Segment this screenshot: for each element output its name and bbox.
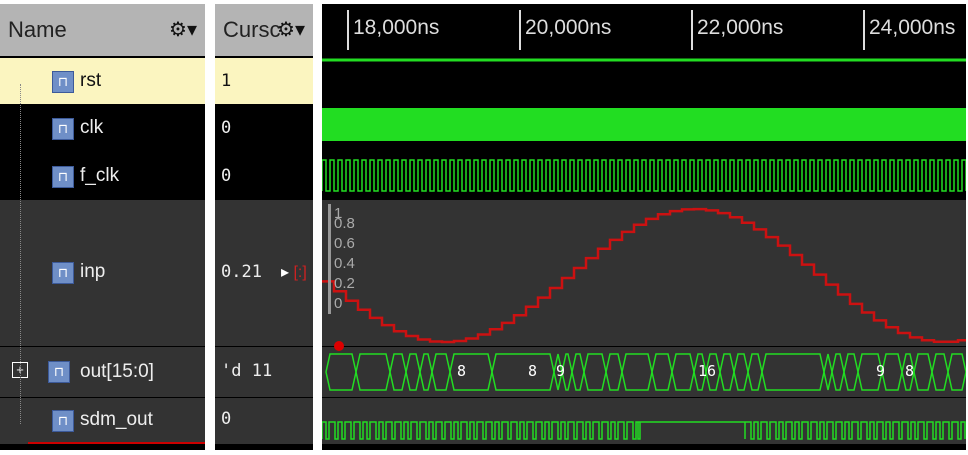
bus-segment — [571, 353, 585, 391]
inp-wave — [322, 207, 966, 344]
signal-row-inp[interactable]: ⊓ inp — [0, 200, 205, 346]
tree-line — [20, 84, 21, 424]
bus-value-label: 8 — [528, 362, 538, 380]
signal-icon: ⊓ — [52, 71, 74, 93]
signal-row-clk[interactable]: ⊓ clk — [0, 105, 205, 152]
signal-icon: ⊓ — [52, 118, 74, 140]
name-column-label: Name — [8, 17, 67, 42]
value-column-label: Cursc — [223, 17, 281, 42]
bus-value-label: 9 — [876, 362, 886, 380]
gear-icon[interactable]: ⚙▾ — [169, 4, 197, 56]
axis-label: 1 — [334, 205, 343, 222]
analog-axis: 1 0.8 0.6 0.4 0.2 0 — [328, 204, 355, 314]
bus-segment — [823, 353, 833, 391]
bus-segment — [621, 353, 653, 391]
bus-segment — [355, 353, 391, 391]
sdm_out-wave — [322, 421, 966, 440]
bus-icon: ⊓ — [48, 361, 70, 383]
bus-value-label: 16 — [698, 362, 717, 380]
bus-segment — [491, 353, 555, 391]
analog-settings-icon[interactable]: ▸ [:] — [281, 262, 307, 282]
signal-name: out[15:0] — [80, 361, 154, 382]
bus-value-label: 8 — [457, 362, 467, 380]
signal-value: 1 — [221, 71, 232, 91]
signal-name: rst — [80, 70, 102, 91]
signal-name: f_clk — [80, 165, 120, 186]
bus-segment — [583, 353, 607, 391]
cursor-marker[interactable] — [334, 341, 344, 351]
signal-name: sdm_out — [80, 409, 153, 430]
bus-segment — [719, 353, 735, 391]
axis-label: 0.4 — [334, 255, 355, 272]
axis-label: 0 — [334, 295, 343, 312]
bus-segment — [419, 353, 433, 391]
axis-label: 0.6 — [334, 235, 355, 252]
axis-label: 0.8 — [334, 215, 355, 232]
bus-segment — [747, 353, 763, 391]
signal-value: 0 — [221, 409, 232, 429]
bus-segment — [931, 353, 949, 391]
gear-icon[interactable]: ⚙▾ — [277, 4, 305, 56]
signal-value: 0.21 — [221, 262, 262, 282]
bus-value-label: 9 — [556, 362, 566, 380]
bus-segment — [761, 353, 825, 391]
clk-wave — [322, 108, 966, 141]
waveforms — [322, 58, 966, 440]
bus-segment — [605, 353, 623, 391]
bus-value-label: 8 — [905, 362, 915, 380]
bus-segment — [325, 353, 357, 391]
name-header[interactable]: Name ⚙▾ — [0, 4, 205, 56]
signal-row-f_clk[interactable]: ⊓ f_clk — [0, 153, 205, 199]
f_clk-wave — [322, 159, 966, 192]
signal-icon: ⊓ — [52, 410, 74, 432]
bus-segment — [431, 353, 451, 391]
marker-line — [28, 442, 205, 444]
signal-row-rst[interactable]: ⊓ rst — [0, 58, 205, 104]
signal-name: inp — [80, 261, 106, 282]
signal-value: 0 — [221, 166, 232, 186]
waveform-panel[interactable]: 18,000ns 20,000ns 22,000ns 24,000ns 1 0.8… — [322, 4, 966, 450]
bus-segment — [831, 353, 845, 391]
bus-segment — [405, 353, 421, 391]
axis-label: 0.2 — [334, 275, 355, 292]
signal-row-sdm_out[interactable]: ⊓ sdm_out — [0, 398, 205, 444]
signal-row-out[interactable]: + ⊓ out[15:0] — [0, 347, 205, 397]
signal-value: 0 — [221, 118, 232, 138]
signal-name: clk — [80, 117, 104, 138]
bus-segment — [733, 353, 749, 391]
bus-segment — [389, 353, 407, 391]
bus-segment — [947, 353, 966, 391]
signal-value: 'd 11 — [221, 361, 273, 381]
value-header[interactable]: Cursc ⚙▾ — [215, 4, 313, 56]
name-panel: Name ⚙▾ ⊓ rst ⊓ clk ⊓ f_clk ⊓ inp + ⊓ out[15:0]… — [0, 4, 205, 450]
bus-segment — [843, 353, 859, 391]
bus-segment — [913, 353, 933, 391]
value-panel: Cursc ⚙▾ 1 0 0 0.21 ▸ [:] 'd 11 0 — [215, 4, 313, 450]
bus-segment — [671, 353, 695, 391]
signal-icon: ⊓ — [52, 262, 74, 284]
signal-icon: ⊓ — [52, 166, 74, 188]
bus-segment — [651, 353, 673, 391]
